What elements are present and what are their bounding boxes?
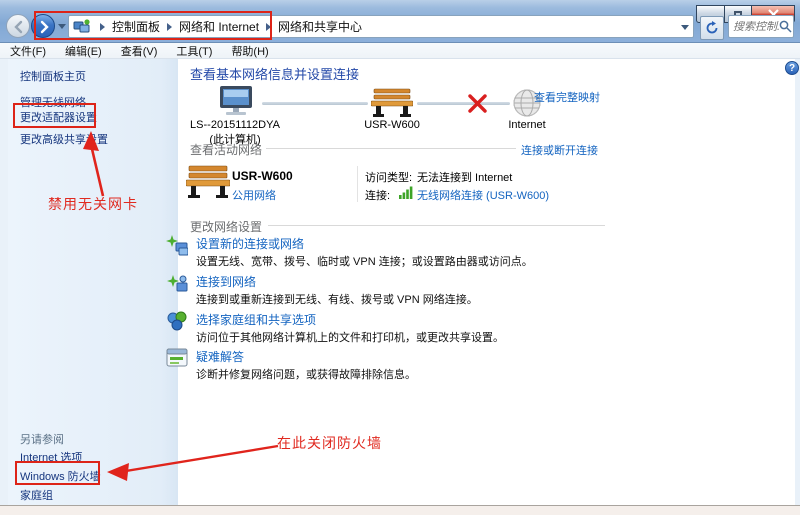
access-type-value: 无法连接到 Internet — [417, 169, 512, 185]
task-new-connection-link[interactable]: 设置新的连接或网络 — [196, 235, 304, 252]
annotation-box-breadcrumb — [34, 11, 272, 40]
menu-file[interactable]: 文件(F) — [10, 43, 46, 59]
network-sharing-center-window: 控制面板 网络和 Internet 网络和共享中心 文件(F) 编辑(E) 查看… — [0, 0, 800, 515]
active-network-name: USR-W600 — [232, 169, 293, 183]
menu-bar: 文件(F) 编辑(E) 查看(V) 工具(T) 帮助(H) — [0, 43, 800, 59]
annotation-disable-nic: 禁用无关网卡 — [48, 194, 138, 214]
active-networks-header: 查看活动网络 — [190, 141, 262, 158]
homegroup-icon — [166, 310, 188, 332]
task-connect-network-desc: 连接到或重新连接到无线、有线、拨号或 VPN 网络连接。 — [196, 291, 478, 307]
wireless-connection-link[interactable]: 无线网络连接 (USR-W600) — [417, 187, 549, 203]
internet-link-line — [417, 102, 510, 105]
section-divider — [268, 225, 605, 226]
internet-label: Internet — [487, 119, 567, 131]
new-connection-icon — [166, 235, 188, 257]
network-bench-icon[interactable] — [371, 88, 413, 118]
access-type-label: 访问类型: — [365, 169, 412, 185]
troubleshoot-icon — [166, 347, 188, 369]
active-network-divider — [357, 166, 358, 202]
search-input[interactable] — [729, 21, 779, 33]
address-dropdown-icon[interactable] — [681, 25, 689, 30]
connect-to-network-icon — [166, 273, 188, 295]
menu-edit[interactable]: 编辑(E) — [65, 43, 102, 59]
sidebar-item-advanced-sharing[interactable]: 更改高级共享设置 — [20, 131, 108, 147]
menu-tools[interactable]: 工具(T) — [176, 43, 212, 59]
annotation-close-firewall: 在此关闭防火墙 — [277, 433, 382, 453]
menu-help[interactable]: 帮助(H) — [231, 43, 268, 59]
section-divider — [266, 148, 516, 149]
back-button[interactable] — [6, 14, 30, 38]
public-network-bench-icon — [186, 165, 230, 199]
help-icon[interactable]: ? — [785, 61, 799, 75]
annotation-box-windows-firewall — [15, 461, 100, 485]
router-name-label: USR-W600 — [352, 119, 432, 131]
task-troubleshoot-desc: 诊断并修复网络问题，或获得故障排除信息。 — [196, 366, 416, 382]
window-bottom-frame — [0, 505, 800, 515]
refresh-icon — [705, 21, 719, 35]
window-left-frame — [0, 59, 8, 505]
task-troubleshoot-link[interactable]: 疑难解答 — [196, 348, 244, 365]
task-homegroup-desc: 访问位于其他网络计算机上的文件和打印机，或更改共享设置。 — [196, 329, 504, 345]
breadcrumb-network-sharing-center[interactable]: 网络和共享中心 — [278, 18, 362, 35]
wireless-signal-icon — [399, 186, 414, 199]
sidebar-item-control-panel-home[interactable]: 控制面板主页 — [20, 68, 86, 84]
task-connect-network-link[interactable]: 连接到网络 — [196, 273, 256, 290]
window-right-frame — [795, 59, 800, 505]
change-settings-header: 更改网络设置 — [190, 218, 262, 235]
task-homegroup-link[interactable]: 选择家庭组和共享选项 — [196, 311, 316, 328]
task-new-connection-desc: 设置无线、宽带、拨号、临时或 VPN 连接；或设置路由器或访问点。 — [196, 253, 533, 269]
connections-label: 连接: — [365, 187, 390, 203]
search-icon — [779, 20, 792, 33]
page-title: 查看基本网络信息并设置连接 — [190, 64, 359, 83]
network-link-line — [262, 102, 368, 105]
no-connection-x-icon — [468, 94, 487, 113]
computer-name-label: LS--20151112DYA — [175, 119, 295, 131]
sidebar-item-homegroup[interactable]: 家庭组 — [20, 487, 53, 503]
see-full-map-link[interactable]: 查看完整映射 — [534, 89, 600, 105]
connect-disconnect-link[interactable]: 连接或断开连接 — [521, 142, 598, 158]
public-network-link[interactable]: 公用网络 — [232, 187, 276, 203]
annotation-box-adapter-settings — [13, 103, 96, 128]
this-computer-icon[interactable] — [215, 86, 257, 118]
refresh-button[interactable] — [700, 16, 724, 40]
back-arrow-icon — [11, 19, 27, 35]
menu-view[interactable]: 查看(V) — [121, 43, 158, 59]
see-also-header: 另请参阅 — [20, 431, 64, 447]
search-box[interactable] — [728, 15, 794, 38]
